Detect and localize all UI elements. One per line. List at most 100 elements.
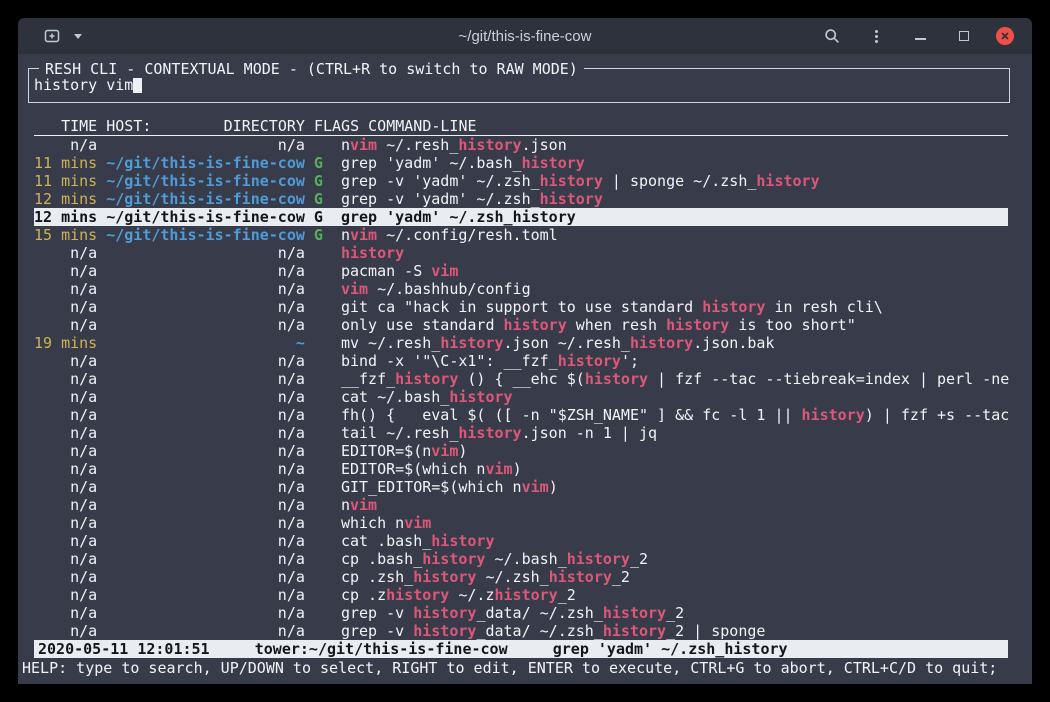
row-host: n/a bbox=[106, 316, 305, 334]
table-header: TIME HOST: DIRECTORY FLAGS COMMAND-LINE bbox=[34, 117, 1008, 136]
history-row[interactable]: n/an/acp .zsh_history ~/.zsh_history_2 bbox=[34, 568, 1008, 586]
row-command: grep -v history_data/ ~/.zsh_history_2 bbox=[341, 604, 684, 622]
history-row[interactable]: n/an/agrep -v history_data/ ~/.zsh_histo… bbox=[34, 622, 1008, 640]
row-command: bind -x '"\C-x1": __fzf_history'; bbox=[341, 352, 639, 370]
chevron-down-icon bbox=[74, 34, 82, 39]
titlebar[interactable]: ~/git/this-is-fine-cow bbox=[18, 18, 1032, 54]
search-match: history bbox=[495, 586, 558, 604]
history-row[interactable]: n/an/afh() { eval $( ([ -n "$ZSH_NAME" ]… bbox=[34, 406, 1008, 424]
history-row[interactable]: n/an/aGIT_EDITOR=$(which nvim) bbox=[34, 478, 1008, 496]
desktop-background: ~/git/this-is-fine-cow bbox=[0, 0, 1050, 702]
new-terminal-button[interactable] bbox=[40, 23, 64, 49]
row-flags bbox=[314, 334, 332, 352]
row-time: n/a bbox=[34, 478, 97, 496]
close-x-icon bbox=[1000, 31, 1010, 41]
history-row[interactable]: 15 mins~/git/this-is-fine-cowGnvim ~/.co… bbox=[34, 226, 1008, 244]
row-host: n/a bbox=[106, 604, 305, 622]
history-row[interactable]: n/an/aEDITOR=$(which nvim) bbox=[34, 460, 1008, 478]
history-row[interactable]: n/a n/a which nvim bbox=[34, 514, 1008, 532]
status-location: tower:~/git/this-is-fine-cow bbox=[255, 640, 508, 658]
row-flags bbox=[314, 406, 332, 424]
row-flags bbox=[314, 262, 332, 280]
row-host: ~/git/this-is-fine-cow bbox=[106, 208, 305, 226]
restore-button[interactable] bbox=[952, 23, 976, 49]
row-host: n/a bbox=[106, 262, 305, 280]
history-row[interactable]: n/an/acat .bash_history bbox=[34, 532, 1008, 550]
row-host: n/a bbox=[106, 352, 305, 370]
row-command: which nvim bbox=[341, 514, 431, 532]
status-bar: 2020-05-11 12:01:51 tower:~/git/this-is-f… bbox=[34, 640, 1008, 658]
search-match: vim bbox=[485, 460, 512, 478]
history-row[interactable]: n/an/apacman -S vim bbox=[34, 262, 1008, 280]
row-command: cat .bash_history bbox=[341, 532, 495, 550]
row-flags: G bbox=[314, 154, 332, 172]
close-button[interactable] bbox=[996, 27, 1014, 45]
row-flags bbox=[314, 478, 332, 496]
minimize-button[interactable] bbox=[908, 23, 932, 49]
row-flags bbox=[314, 136, 332, 154]
search-match: history bbox=[630, 334, 693, 352]
new-terminal-icon bbox=[44, 28, 60, 44]
row-flags bbox=[314, 460, 332, 478]
status-datetime: 2020-05-11 12:01:51 bbox=[38, 640, 210, 658]
search-match: vim bbox=[522, 478, 549, 496]
row-host: n/a bbox=[106, 370, 305, 388]
row-time: 11 mins bbox=[34, 154, 97, 172]
history-row[interactable]: 11 mins~/git/this-is-fine-cowGgrep -v 'y… bbox=[34, 172, 1008, 190]
row-host: ~ bbox=[106, 334, 305, 352]
search-match: history bbox=[413, 604, 476, 622]
minimize-icon bbox=[915, 38, 926, 40]
row-time: n/a bbox=[34, 514, 97, 532]
row-time: n/a bbox=[34, 262, 97, 280]
row-flags bbox=[314, 496, 332, 514]
history-row[interactable]: n/an/anvim bbox=[34, 496, 1008, 514]
search-match: history bbox=[341, 244, 404, 262]
search-match: vim bbox=[350, 226, 377, 244]
search-match: history bbox=[666, 316, 729, 334]
row-flags bbox=[314, 604, 332, 622]
history-row[interactable]: 11 mins~/git/this-is-fine-cowGgrep 'yadm… bbox=[34, 154, 1008, 172]
row-command: fh() { eval $( ([ -n "$ZSH_NAME" ] && fc… bbox=[341, 406, 1009, 424]
history-row[interactable]: n/an/acat ~/.bash_history bbox=[34, 388, 1008, 406]
history-row[interactable]: n/an/avim ~/.bashhub/config bbox=[34, 280, 1008, 298]
history-row[interactable]: 12 mins~/git/this-is-fine-cowGgrep -v 'y… bbox=[34, 190, 1008, 208]
row-command: cat ~/.bash_history bbox=[341, 388, 513, 406]
row-command: mv ~/.resh_history.json ~/.resh_history.… bbox=[341, 334, 775, 352]
row-flags bbox=[314, 370, 332, 388]
row-command: cp .zhistory ~/.zhistory_2 bbox=[341, 586, 576, 604]
row-time: n/a bbox=[34, 532, 97, 550]
row-command: grep 'yadm' ~/.bash_history bbox=[341, 154, 585, 172]
row-time: n/a bbox=[34, 496, 97, 514]
history-row[interactable]: n/an/ahistory bbox=[34, 244, 1008, 262]
row-host: n/a bbox=[106, 514, 305, 532]
search-match: vim bbox=[431, 262, 458, 280]
row-command: tail ~/.resh_history.json -n 1 | jq bbox=[341, 424, 657, 442]
menu-button[interactable] bbox=[864, 23, 888, 49]
row-command: nvim ~/.resh_history.json bbox=[341, 136, 567, 154]
history-row[interactable]: n/an/aEDITOR=$(nvim) bbox=[34, 442, 1008, 460]
row-time: n/a bbox=[34, 460, 97, 478]
history-row[interactable]: n/an/anvim ~/.resh_history.json bbox=[34, 136, 1008, 154]
history-row[interactable]: n/an/agit ca "hack in support to use sta… bbox=[34, 298, 1008, 316]
history-row[interactable]: n/an/aonly use standard history when res… bbox=[34, 316, 1008, 334]
search-match: history bbox=[513, 208, 576, 226]
history-row[interactable]: n/an/agrep -v history_data/ ~/.zsh_histo… bbox=[34, 604, 1008, 622]
new-terminal-dropdown-button[interactable] bbox=[66, 23, 90, 49]
history-row[interactable]: n/an/abind -x '"\C-x1": __fzf_history'; bbox=[34, 352, 1008, 370]
row-flags bbox=[314, 550, 332, 568]
history-row-selected[interactable]: 12 mins~/git/this-is-fine-cowGgrep 'yadm… bbox=[34, 208, 1008, 226]
row-command: EDITOR=$(which nvim) bbox=[341, 460, 522, 478]
row-time: 11 mins bbox=[34, 172, 97, 190]
text-cursor bbox=[133, 77, 142, 93]
history-row[interactable]: n/an/acp .zhistory ~/.zhistory_2 bbox=[34, 586, 1008, 604]
search-box[interactable]: RESH CLI - CONTEXTUAL MODE - (CTRL+R to … bbox=[28, 68, 1010, 103]
search-match: history bbox=[431, 532, 494, 550]
row-flags bbox=[314, 622, 332, 640]
history-row[interactable]: n/an/a__fzf_history () { __ehc $(history… bbox=[34, 370, 1008, 388]
row-flags bbox=[314, 316, 332, 334]
search-button[interactable] bbox=[820, 23, 844, 49]
history-row[interactable]: n/an/atail ~/.resh_history.json -n 1 | j… bbox=[34, 424, 1008, 442]
history-row[interactable]: 19 mins~mv ~/.resh_history.json ~/.resh_… bbox=[34, 334, 1008, 352]
search-match: history bbox=[756, 172, 819, 190]
history-row[interactable]: n/an/acp .bash_history ~/.bash_history_2 bbox=[34, 550, 1008, 568]
